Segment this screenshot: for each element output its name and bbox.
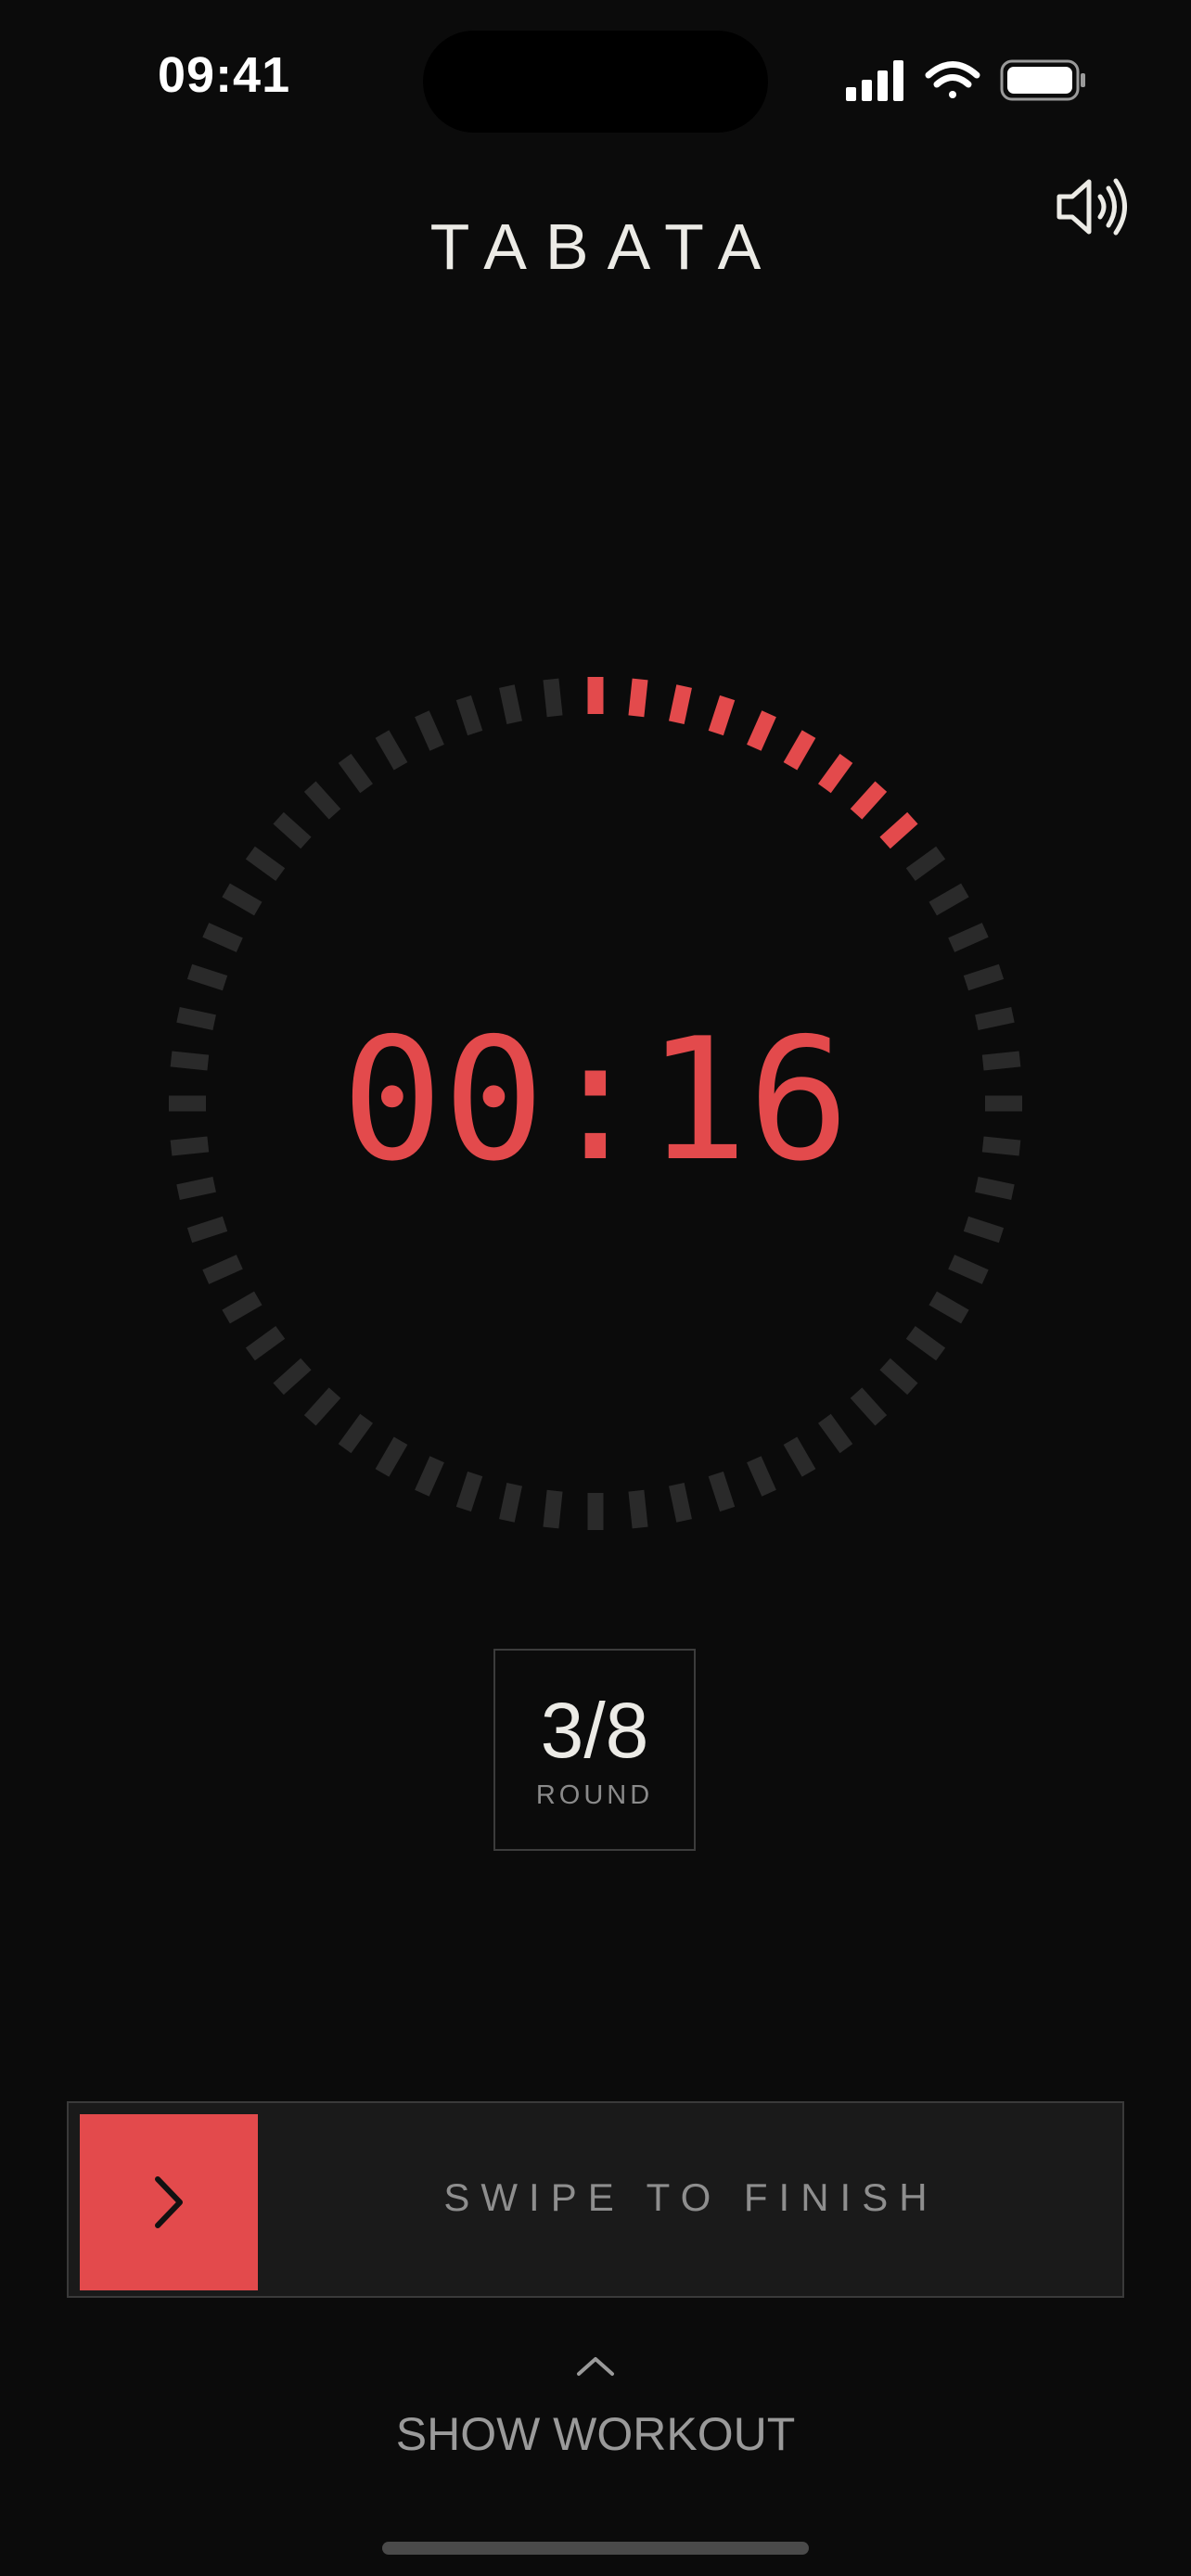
battery-icon xyxy=(1000,59,1085,101)
progress-tick-active xyxy=(708,695,736,736)
progress-tick xyxy=(499,1483,522,1523)
progress-tick xyxy=(303,1387,341,1426)
progress-tick xyxy=(928,1291,969,1324)
timer-display: 00:16 xyxy=(341,1001,850,1198)
progress-tick xyxy=(783,1436,816,1477)
round-label: ROUND xyxy=(535,1780,654,1810)
progress-tick xyxy=(303,781,341,820)
progress-tick xyxy=(963,1216,1005,1243)
progress-tick xyxy=(202,923,243,952)
progress-tick xyxy=(176,1177,216,1200)
progress-tick xyxy=(415,710,444,751)
progress-tick xyxy=(222,883,263,916)
page-title: TABATA xyxy=(429,210,780,283)
progress-tick xyxy=(850,1387,888,1426)
progress-tick xyxy=(905,1325,946,1361)
progress-tick xyxy=(186,1216,228,1243)
progress-tick xyxy=(222,1291,263,1324)
status-time: 09:41 xyxy=(158,47,291,103)
progress-tick xyxy=(747,1456,776,1497)
progress-tick xyxy=(628,1489,648,1529)
progress-tick xyxy=(948,1255,989,1284)
progress-tick xyxy=(948,923,989,952)
progress-tick xyxy=(708,1471,736,1512)
progress-tick xyxy=(338,753,374,794)
progress-tick xyxy=(879,1358,918,1396)
progress-tick-active xyxy=(747,710,776,751)
progress-tick xyxy=(375,730,408,771)
round-indicator: 3/8 ROUND xyxy=(493,1649,696,1851)
progress-tick xyxy=(928,883,969,916)
speaker-icon[interactable] xyxy=(1054,174,1128,239)
progress-tick-active xyxy=(817,753,853,794)
progress-tick xyxy=(245,1325,286,1361)
wifi-icon xyxy=(925,61,980,98)
progress-tick xyxy=(543,678,563,718)
progress-tick-active xyxy=(783,730,816,771)
progress-tick xyxy=(273,811,312,849)
progress-tick xyxy=(543,1489,563,1529)
progress-tick xyxy=(455,695,483,736)
progress-tick xyxy=(499,684,522,724)
progress-tick xyxy=(186,963,228,991)
progress-tick xyxy=(817,1413,853,1454)
swipe-label: SWIPE TO FINISH xyxy=(443,2175,939,2219)
progress-tick xyxy=(975,1177,1015,1200)
progress-tick xyxy=(455,1471,483,1512)
chevron-up-icon[interactable] xyxy=(573,2352,618,2379)
progress-tick-active xyxy=(850,781,888,820)
show-workout-button[interactable]: SHOW WORKOUT xyxy=(0,2407,1191,2461)
dynamic-island xyxy=(423,31,768,133)
progress-tick xyxy=(273,1358,312,1396)
progress-tick xyxy=(202,1255,243,1284)
home-indicator xyxy=(382,2542,809,2555)
progress-tick xyxy=(338,1413,374,1454)
chevron-right-icon xyxy=(155,2176,183,2228)
progress-tick xyxy=(905,846,946,882)
progress-tick xyxy=(669,1483,692,1523)
progress-tick-active xyxy=(879,811,918,849)
progress-tick xyxy=(963,963,1005,991)
progress-tick xyxy=(415,1456,444,1497)
progress-tick-active xyxy=(669,684,692,724)
status-icons xyxy=(846,59,1085,101)
progress-tick-active xyxy=(628,678,648,718)
signal-icon xyxy=(846,60,903,101)
progress-tick xyxy=(245,846,286,882)
round-value: 3/8 xyxy=(540,1687,649,1774)
progress-tick xyxy=(375,1436,408,1477)
swipe-handle[interactable] xyxy=(80,2114,258,2290)
